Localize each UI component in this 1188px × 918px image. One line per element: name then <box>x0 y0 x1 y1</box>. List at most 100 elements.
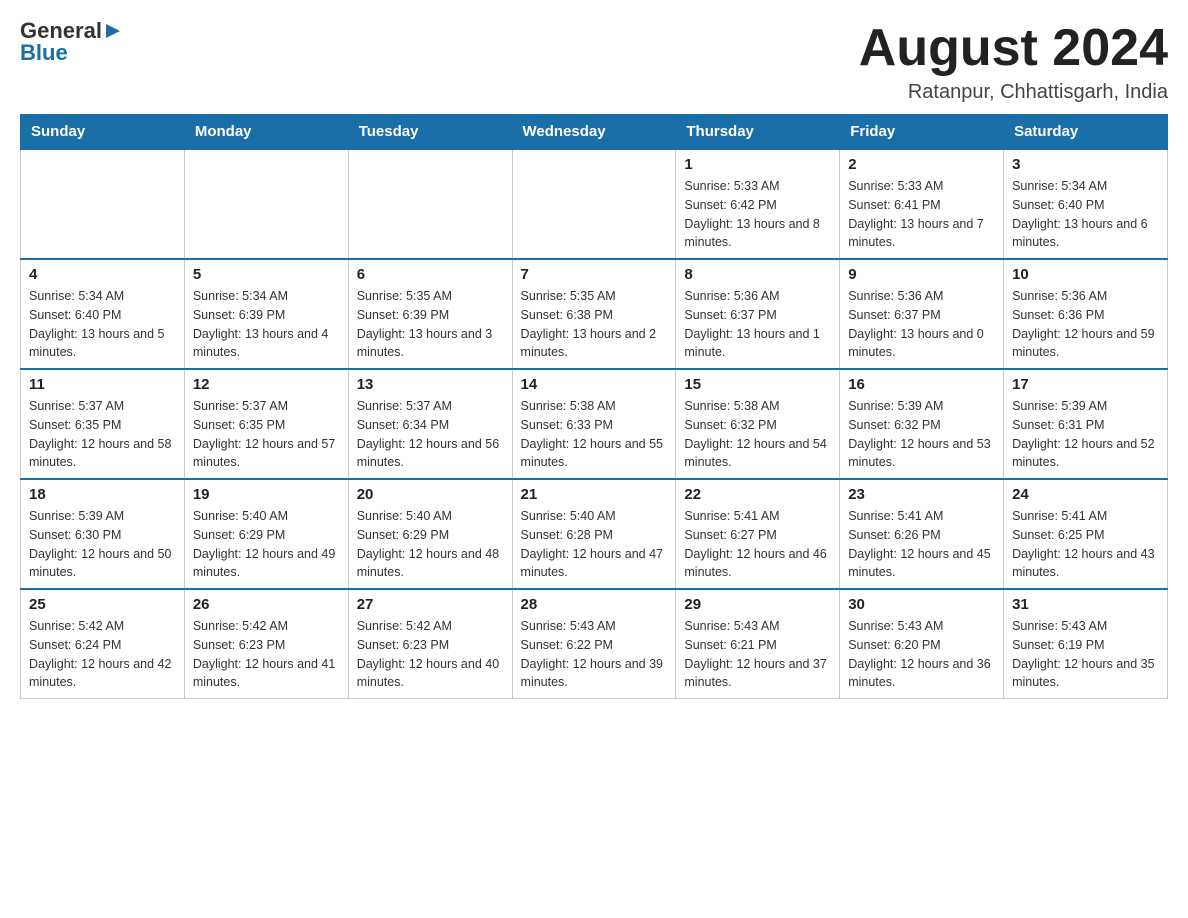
day-number: 27 <box>357 596 504 613</box>
day-info: Sunrise: 5:43 AMSunset: 6:19 PMDaylight:… <box>1012 617 1159 692</box>
calendar-cell: 10 Sunrise: 5:36 AMSunset: 6:36 PMDayligh… <box>1004 259 1168 369</box>
day-number: 30 <box>848 596 995 613</box>
day-number: 12 <box>193 376 340 393</box>
calendar-cell: 6Sunrise: 5:35 AMSunset: 6:39 PMDaylight… <box>348 259 512 369</box>
calendar-cell: 29 Sunrise: 5:43 AMSunset: 6:21 PMDayligh… <box>676 589 840 699</box>
day-number: 22 <box>684 486 831 503</box>
day-number: 11 <box>29 376 176 393</box>
day-number: 15 <box>684 376 831 393</box>
day-info: Sunrise: 5:36 AMSunset: 6:37 PMDaylight:… <box>848 287 995 362</box>
day-info: Sunrise: 5:42 AMSunset: 6:23 PMDaylight:… <box>357 617 504 692</box>
day-info: Sunrise: 5:41 AMSunset: 6:27 PMDaylight:… <box>684 507 831 582</box>
day-info: Sunrise: 5:42 AMSunset: 6:24 PMDaylight:… <box>29 617 176 692</box>
day-info: Sunrise: 5:41 AMSunset: 6:25 PMDaylight:… <box>1012 507 1159 582</box>
day-info: Sunrise: 5:39 AMSunset: 6:31 PMDaylight:… <box>1012 397 1159 472</box>
week-row-3: 11 Sunrise: 5:37 AMSunset: 6:35 PMDayligh… <box>21 369 1168 479</box>
calendar-cell: 31Sunrise: 5:43 AMSunset: 6:19 PMDayligh… <box>1004 589 1168 699</box>
day-info: Sunrise: 5:40 AMSunset: 6:29 PMDaylight:… <box>193 507 340 582</box>
calendar-cell: 15Sunrise: 5:38 AMSunset: 6:32 PMDayligh… <box>676 369 840 479</box>
week-row-4: 18Sunrise: 5:39 AMSunset: 6:30 PMDayligh… <box>21 479 1168 589</box>
logo-triangle-icon <box>104 22 122 40</box>
day-info: Sunrise: 5:34 AMSunset: 6:40 PMDaylight:… <box>1012 177 1159 252</box>
day-number: 8 <box>684 266 831 283</box>
day-number: 10 <box>1012 266 1159 283</box>
calendar-cell: 4 Sunrise: 5:34 AMSunset: 6:40 PMDaylight… <box>21 259 185 369</box>
day-number: 17 <box>1012 376 1159 393</box>
day-number: 20 <box>357 486 504 503</box>
day-number: 6 <box>357 266 504 283</box>
day-info: Sunrise: 5:37 AMSunset: 6:34 PMDaylight:… <box>357 397 504 472</box>
calendar-cell: 27 Sunrise: 5:42 AMSunset: 6:23 PMDayligh… <box>348 589 512 699</box>
calendar-cell: 7Sunrise: 5:35 AMSunset: 6:38 PMDaylight… <box>512 259 676 369</box>
day-number: 19 <box>193 486 340 503</box>
day-number: 1 <box>684 156 831 173</box>
month-title: August 2024 <box>859 20 1168 77</box>
day-number: 13 <box>357 376 504 393</box>
calendar-cell: 26 Sunrise: 5:42 AMSunset: 6:23 PMDayligh… <box>184 589 348 699</box>
day-info: Sunrise: 5:35 AMSunset: 6:38 PMDaylight:… <box>521 287 668 362</box>
calendar-cell: 19 Sunrise: 5:40 AMSunset: 6:29 PMDayligh… <box>184 479 348 589</box>
page-header: General Blue August 2024 Ratanpur, Chhat… <box>20 20 1168 104</box>
calendar-cell: 30 Sunrise: 5:43 AMSunset: 6:20 PMDayligh… <box>840 589 1004 699</box>
calendar-cell: 5Sunrise: 5:34 AMSunset: 6:39 PMDaylight… <box>184 259 348 369</box>
day-number: 9 <box>848 266 995 283</box>
day-number: 29 <box>684 596 831 613</box>
day-info: Sunrise: 5:43 AMSunset: 6:21 PMDaylight:… <box>684 617 831 692</box>
calendar-cell: 25 Sunrise: 5:42 AMSunset: 6:24 PMDayligh… <box>21 589 185 699</box>
calendar-cell: 22 Sunrise: 5:41 AMSunset: 6:27 PMDayligh… <box>676 479 840 589</box>
calendar-cell: 1 Sunrise: 5:33 AMSunset: 6:42 PMDaylight… <box>676 149 840 259</box>
calendar-cell: 14 Sunrise: 5:38 AMSunset: 6:33 PMDayligh… <box>512 369 676 479</box>
calendar-cell: 23 Sunrise: 5:41 AMSunset: 6:26 PMDayligh… <box>840 479 1004 589</box>
day-info: Sunrise: 5:36 AMSunset: 6:36 PMDaylight:… <box>1012 287 1159 362</box>
day-info: Sunrise: 5:34 AMSunset: 6:40 PMDaylight:… <box>29 287 176 362</box>
week-row-5: 25 Sunrise: 5:42 AMSunset: 6:24 PMDayligh… <box>21 589 1168 699</box>
day-number: 2 <box>848 156 995 173</box>
calendar-cell: 28Sunrise: 5:43 AMSunset: 6:22 PMDayligh… <box>512 589 676 699</box>
day-info: Sunrise: 5:39 AMSunset: 6:32 PMDaylight:… <box>848 397 995 472</box>
day-number: 25 <box>29 596 176 613</box>
day-info: Sunrise: 5:33 AMSunset: 6:42 PMDaylight:… <box>684 177 831 252</box>
day-info: Sunrise: 5:36 AMSunset: 6:37 PMDaylight:… <box>684 287 831 362</box>
calendar-cell: 18Sunrise: 5:39 AMSunset: 6:30 PMDayligh… <box>21 479 185 589</box>
location: Ratanpur, Chhattisgarh, India <box>859 81 1168 104</box>
calendar-table: Sunday Monday Tuesday Wednesday Thursday… <box>20 114 1168 699</box>
calendar-cell: 21Sunrise: 5:40 AMSunset: 6:28 PMDayligh… <box>512 479 676 589</box>
title-block: August 2024 Ratanpur, Chhattisgarh, Indi… <box>859 20 1168 104</box>
calendar-header-row: Sunday Monday Tuesday Wednesday Thursday… <box>21 115 1168 150</box>
day-info: Sunrise: 5:42 AMSunset: 6:23 PMDaylight:… <box>193 617 340 692</box>
day-number: 21 <box>521 486 668 503</box>
day-info: Sunrise: 5:39 AMSunset: 6:30 PMDaylight:… <box>29 507 176 582</box>
calendar-cell <box>184 149 348 259</box>
day-number: 24 <box>1012 486 1159 503</box>
calendar-cell: 20 Sunrise: 5:40 AMSunset: 6:29 PMDayligh… <box>348 479 512 589</box>
calendar-cell: 9 Sunrise: 5:36 AMSunset: 6:37 PMDaylight… <box>840 259 1004 369</box>
logo-blue: Blue <box>20 40 68 65</box>
day-info: Sunrise: 5:40 AMSunset: 6:29 PMDaylight:… <box>357 507 504 582</box>
col-friday: Friday <box>840 115 1004 150</box>
day-info: Sunrise: 5:37 AMSunset: 6:35 PMDaylight:… <box>193 397 340 472</box>
day-info: Sunrise: 5:37 AMSunset: 6:35 PMDaylight:… <box>29 397 176 472</box>
calendar-cell: 3 Sunrise: 5:34 AMSunset: 6:40 PMDaylight… <box>1004 149 1168 259</box>
day-info: Sunrise: 5:43 AMSunset: 6:22 PMDaylight:… <box>521 617 668 692</box>
calendar-cell: 11 Sunrise: 5:37 AMSunset: 6:35 PMDayligh… <box>21 369 185 479</box>
day-number: 3 <box>1012 156 1159 173</box>
week-row-2: 4 Sunrise: 5:34 AMSunset: 6:40 PMDaylight… <box>21 259 1168 369</box>
calendar-cell: 2Sunrise: 5:33 AMSunset: 6:41 PMDaylight… <box>840 149 1004 259</box>
day-number: 4 <box>29 266 176 283</box>
calendar-cell: 8 Sunrise: 5:36 AMSunset: 6:37 PMDaylight… <box>676 259 840 369</box>
calendar-cell: 16 Sunrise: 5:39 AMSunset: 6:32 PMDayligh… <box>840 369 1004 479</box>
day-info: Sunrise: 5:43 AMSunset: 6:20 PMDaylight:… <box>848 617 995 692</box>
day-info: Sunrise: 5:41 AMSunset: 6:26 PMDaylight:… <box>848 507 995 582</box>
calendar-cell: 12 Sunrise: 5:37 AMSunset: 6:35 PMDayligh… <box>184 369 348 479</box>
day-number: 5 <box>193 266 340 283</box>
week-row-1: 1 Sunrise: 5:33 AMSunset: 6:42 PMDaylight… <box>21 149 1168 259</box>
logo: General Blue <box>20 20 122 64</box>
day-number: 16 <box>848 376 995 393</box>
calendar-cell <box>21 149 185 259</box>
col-thursday: Thursday <box>676 115 840 150</box>
day-number: 26 <box>193 596 340 613</box>
day-number: 23 <box>848 486 995 503</box>
day-number: 14 <box>521 376 668 393</box>
calendar-cell <box>348 149 512 259</box>
day-info: Sunrise: 5:38 AMSunset: 6:33 PMDaylight:… <box>521 397 668 472</box>
